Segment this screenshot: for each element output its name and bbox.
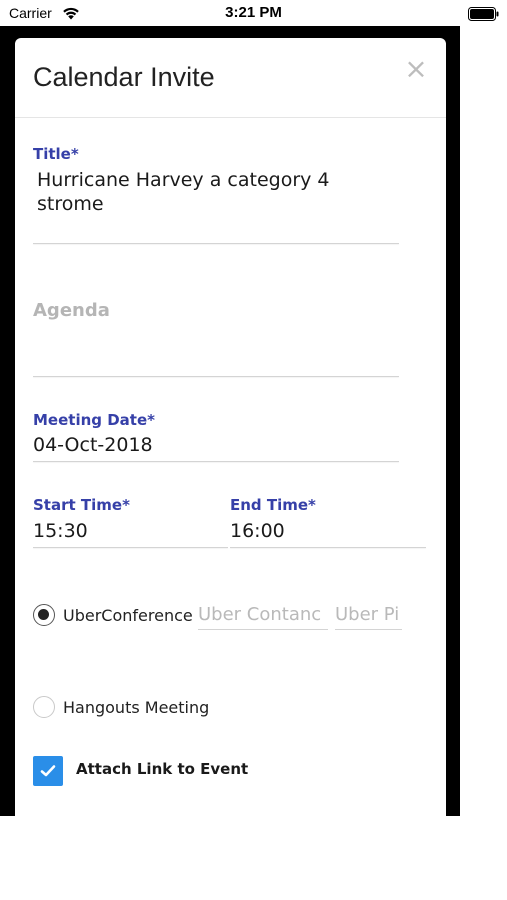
status-bar: Carrier 3:21 PM: [0, 0, 507, 26]
attach-link-checkbox[interactable]: [33, 756, 63, 786]
agenda-field[interactable]: [33, 328, 399, 376]
modal-header: Calendar Invite ×: [15, 38, 446, 118]
hangouts-label[interactable]: Hangouts Meeting: [63, 698, 209, 717]
end-time-label: End Time*: [230, 496, 316, 514]
title-underline: [33, 243, 399, 244]
meeting-date-label: Meeting Date*: [33, 411, 155, 429]
start-time-label: Start Time*: [33, 496, 130, 514]
start-time-field[interactable]: 15:30: [33, 519, 88, 543]
meeting-date-underline: [33, 461, 399, 462]
battery-icon: [468, 6, 500, 21]
agenda-underline: [33, 376, 399, 377]
title-label: Title*: [33, 145, 79, 163]
title-value-line-1: Hurricane Harvey a category 4: [37, 169, 330, 191]
end-time-field[interactable]: 16:00: [230, 519, 285, 543]
start-time-underline: [33, 547, 228, 548]
agenda-label: Agenda: [33, 300, 110, 321]
title-field[interactable]: Hurricane Harvey a category 4 strome: [33, 166, 399, 244]
uberconference-radio[interactable]: [33, 604, 55, 626]
attach-link-label[interactable]: Attach Link to Event: [76, 760, 248, 778]
clock: 3:21 PM: [225, 4, 282, 21]
close-icon[interactable]: ×: [403, 54, 429, 84]
modal-title: Calendar Invite: [33, 62, 215, 92]
end-time-underline: [230, 547, 426, 548]
calendar-invite-modal: Calendar Invite × Title* Hurricane Harve…: [15, 38, 446, 816]
meeting-date-field[interactable]: 04-Oct-2018: [33, 433, 153, 457]
uberconference-label[interactable]: UberConference: [63, 606, 193, 625]
uber-contact-input[interactable]: [198, 600, 328, 630]
title-value-line-2: strome: [37, 193, 104, 215]
uber-pin-input[interactable]: [335, 600, 402, 630]
checkmark-icon: [40, 765, 56, 777]
hangouts-radio[interactable]: [33, 696, 55, 718]
